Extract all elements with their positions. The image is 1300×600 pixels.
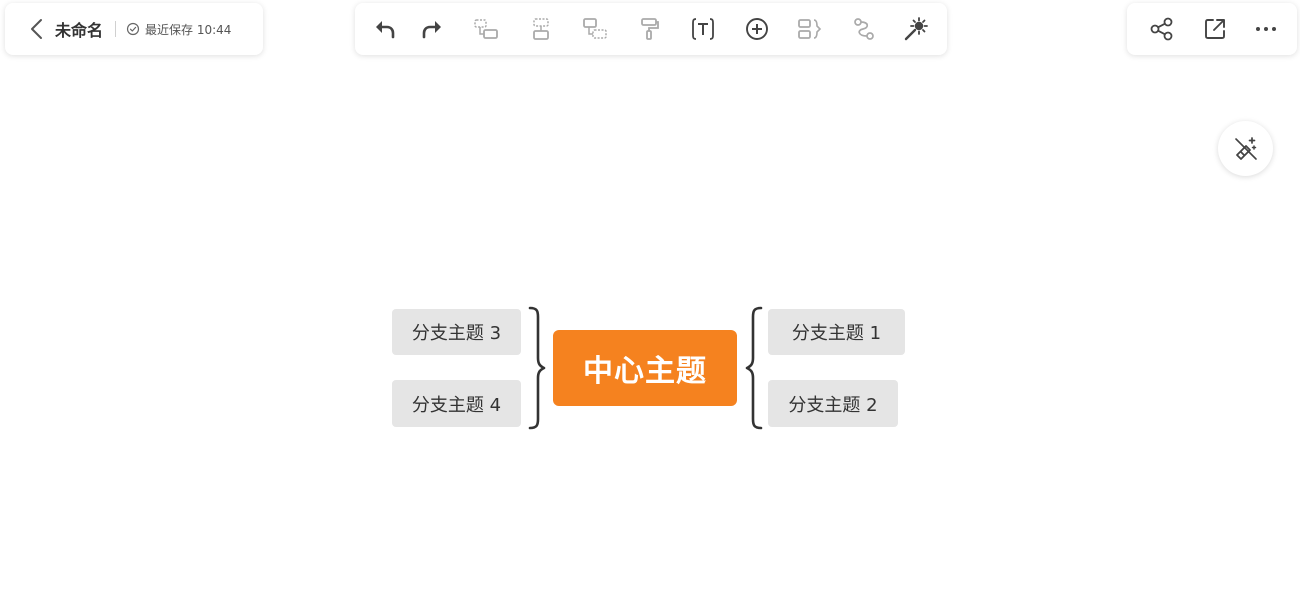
summary-icon	[798, 19, 822, 39]
add-subtopic-icon	[583, 18, 607, 39]
back-button[interactable]	[25, 17, 49, 41]
insert-button[interactable]	[743, 15, 771, 43]
left-brace-connector	[528, 306, 546, 430]
share-button[interactable]	[1148, 15, 1176, 43]
text-button[interactable]	[689, 15, 717, 43]
plus-circle-icon	[746, 18, 768, 40]
branch-topic-3[interactable]: 分支主题 3	[392, 309, 521, 355]
relationship-icon	[854, 18, 874, 40]
undo-icon	[376, 21, 395, 39]
branch-topic-4[interactable]: 分支主题 4	[392, 380, 521, 427]
toolbar	[355, 3, 947, 55]
chevron-left-icon	[31, 19, 42, 39]
export-icon	[1205, 19, 1225, 39]
right-brace-connector	[745, 306, 763, 430]
add-sibling-topic-icon	[533, 18, 549, 40]
save-status: 最近保存 10:44	[145, 22, 232, 37]
add-child-topic-icon	[474, 19, 498, 39]
redo-icon	[422, 21, 441, 39]
magic-wand-button[interactable]	[902, 15, 930, 43]
add-subtopic-button[interactable]	[581, 15, 609, 43]
branch-topic-1[interactable]: 分支主题 1	[768, 309, 905, 355]
add-sibling-topic-button[interactable]	[527, 15, 555, 43]
title-panel: 未命名 最近保存 10:44	[5, 3, 263, 55]
magic-wand-icon	[904, 17, 928, 41]
document-title[interactable]: 未命名	[55, 17, 103, 41]
export-button[interactable]	[1201, 15, 1229, 43]
more-button[interactable]	[1252, 15, 1280, 43]
format-painter-icon	[641, 18, 659, 40]
summary-button[interactable]	[796, 15, 824, 43]
share-icon	[1150, 17, 1173, 41]
title-divider	[115, 21, 117, 37]
branch-topic-2[interactable]: 分支主题 2	[768, 380, 898, 427]
relationship-button[interactable]	[850, 15, 878, 43]
text-icon	[692, 18, 714, 40]
ai-style-icon	[1234, 136, 1257, 160]
right-panel	[1127, 3, 1297, 55]
check-circle-icon	[126, 22, 140, 36]
add-child-topic-button[interactable]	[472, 15, 500, 43]
central-topic[interactable]: 中心主题	[553, 330, 737, 406]
ai-style-button[interactable]	[1218, 121, 1273, 176]
undo-button[interactable]	[371, 15, 399, 43]
more-icon	[1256, 27, 1276, 31]
format-painter-button[interactable]	[636, 15, 664, 43]
redo-button[interactable]	[418, 15, 446, 43]
